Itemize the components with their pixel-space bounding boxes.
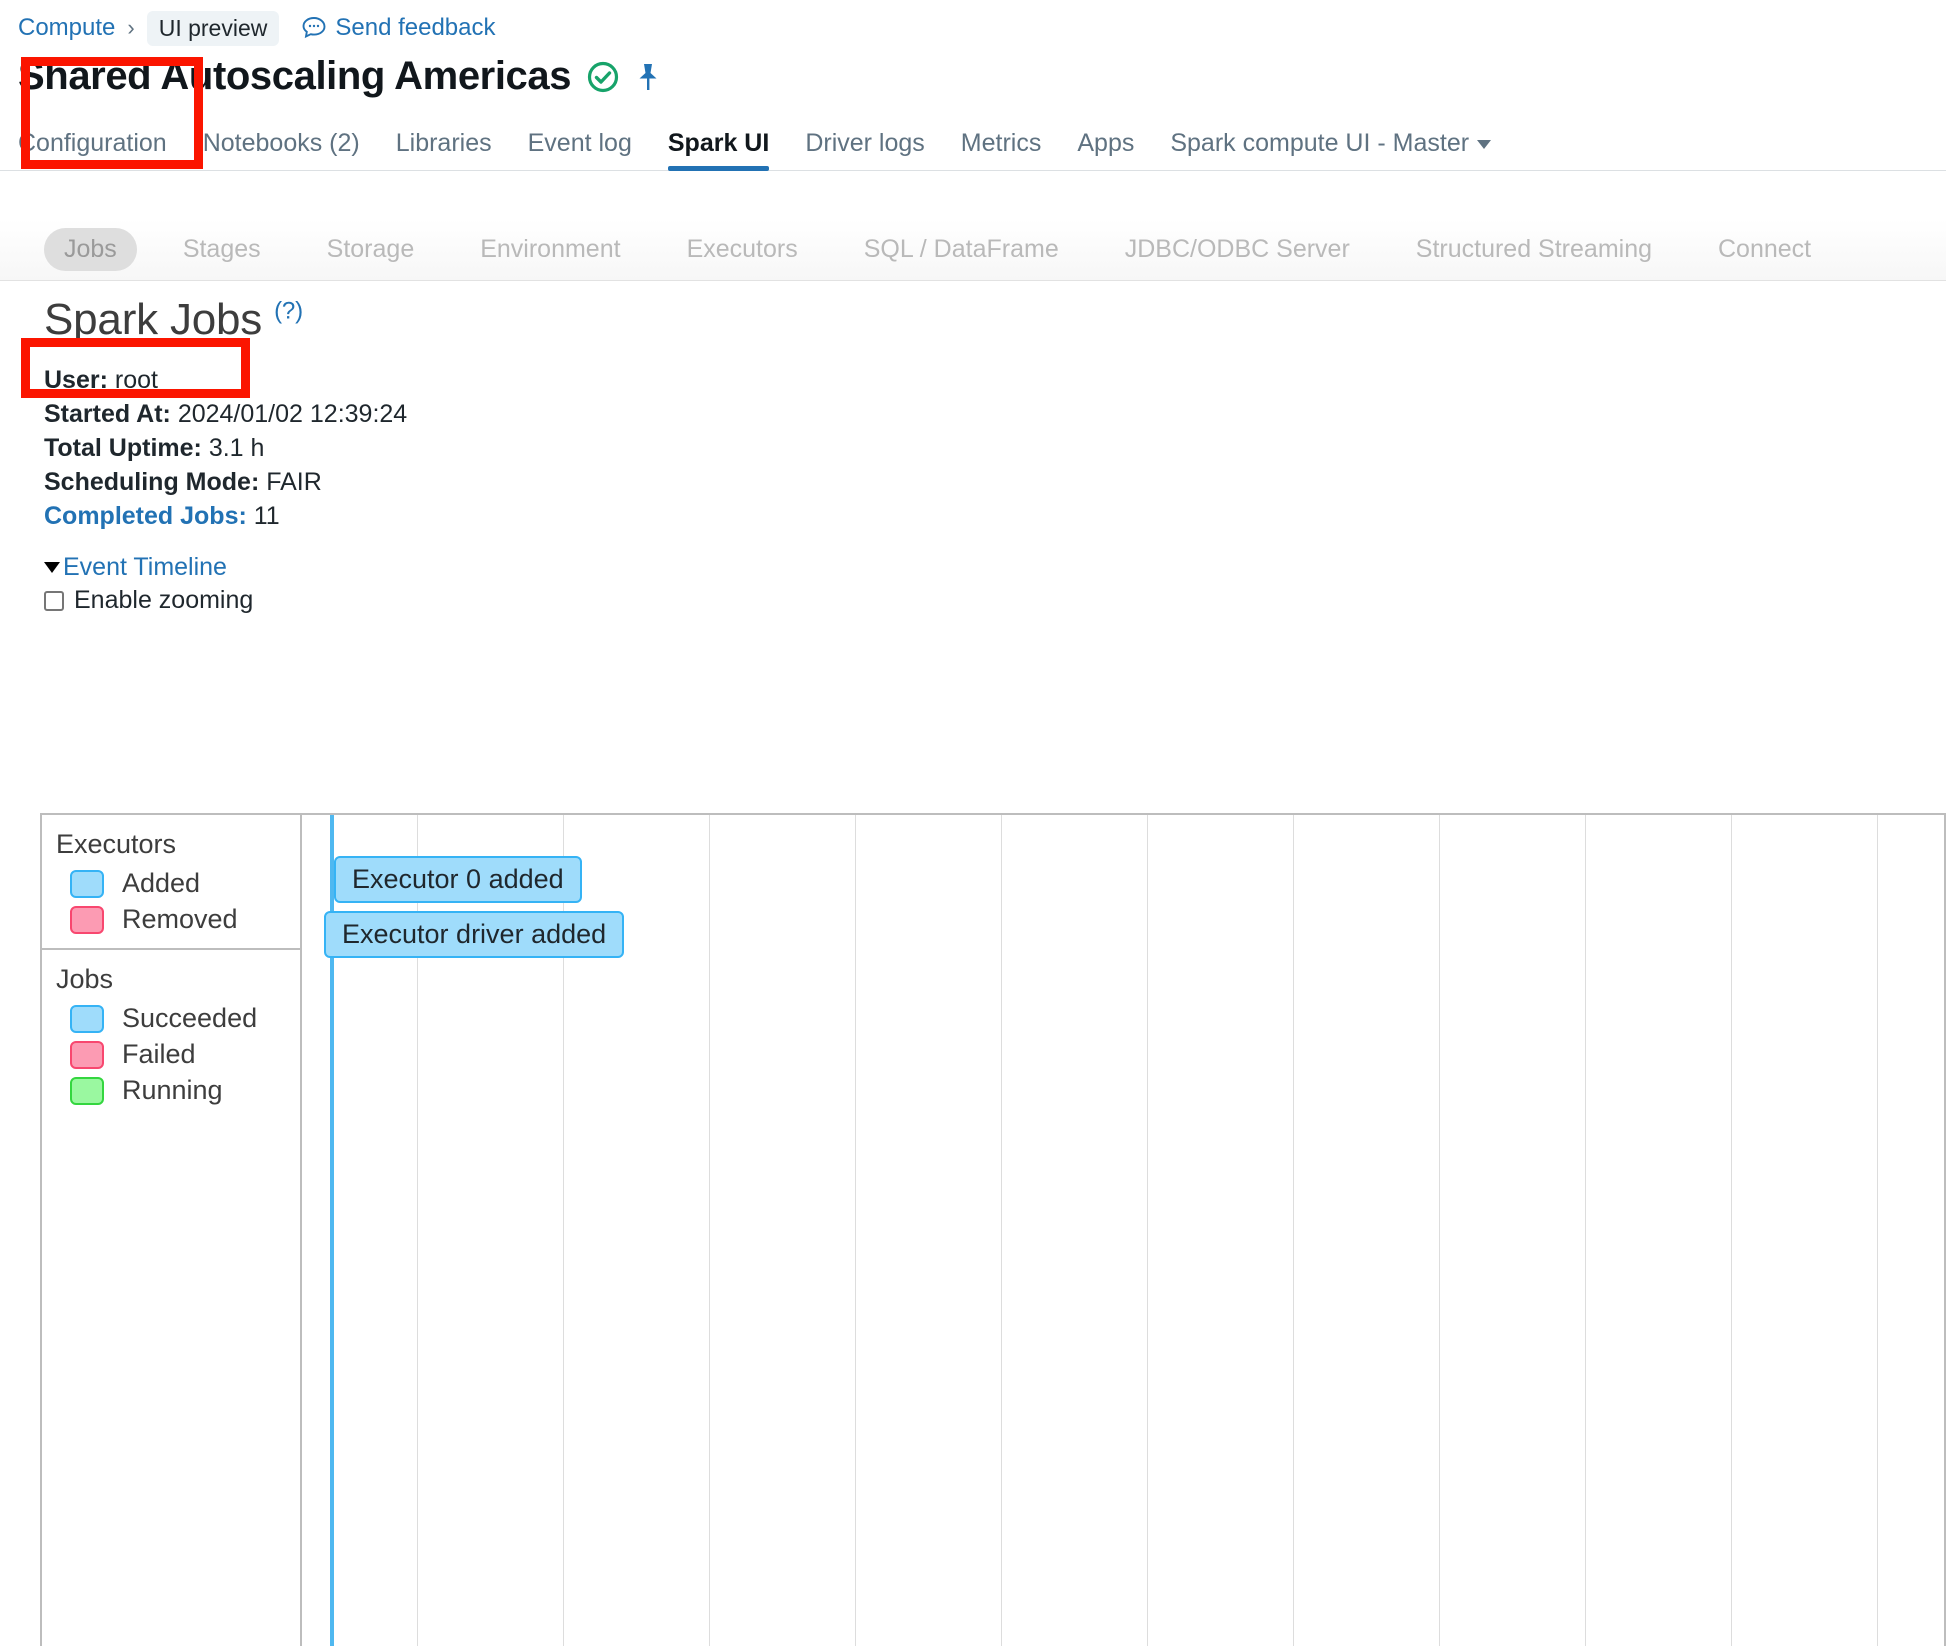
send-feedback-label: Send feedback — [335, 14, 496, 41]
meta-total-uptime-value: 3.1 h — [208, 434, 265, 462]
legend-label-added: Added — [122, 868, 201, 898]
breadcrumb: Compute › UI preview Send feedback — [0, 0, 1946, 46]
enable-zooming-label: Enable zooming — [74, 586, 254, 614]
legend-item-running: Running — [70, 1075, 300, 1106]
check-circle-icon — [587, 61, 619, 93]
tab-driver-logs[interactable]: Driver logs — [805, 129, 946, 170]
swatch-added — [70, 869, 104, 898]
legend-label-running: Running — [122, 1075, 223, 1105]
gridline — [709, 815, 710, 1646]
timeline-legend: Executors Added Removed Jobs Succeeded F… — [42, 815, 302, 1646]
main-tab-bar: Configuration Notebooks (2) Libraries Ev… — [0, 115, 1946, 171]
page-title-row: Shared Autoscaling Americas — [0, 44, 1946, 103]
enable-zooming-row[interactable]: Enable zooming — [44, 586, 1946, 615]
spark-subnav-jobs[interactable]: Jobs — [44, 228, 137, 271]
legend-title-jobs: Jobs — [56, 964, 114, 994]
legend-label-removed: Removed — [122, 904, 238, 934]
meta-user: User: root — [44, 363, 1946, 397]
meta-scheduling-mode-value: FAIR — [266, 468, 322, 496]
spark-subnav-structured-streaming[interactable]: Structured Streaming — [1396, 228, 1672, 271]
breadcrumb-ui-preview-chip[interactable]: UI preview — [146, 10, 280, 46]
legend-item-failed: Failed — [70, 1039, 300, 1070]
send-feedback-button[interactable]: Send feedback — [301, 14, 496, 42]
meta-completed-jobs: Completed Jobs: 11 — [44, 499, 1946, 533]
event-timeline-chart: Executors Added Removed Jobs Succeeded F… — [40, 813, 1946, 1646]
spark-subnav-executors[interactable]: Executors — [667, 228, 818, 271]
legend-title-executors: Executors — [56, 829, 177, 859]
tab-metrics[interactable]: Metrics — [961, 129, 1064, 170]
chat-bubble-icon — [301, 15, 327, 41]
gridline — [855, 815, 856, 1646]
gridline — [1293, 815, 1294, 1646]
tab-apps[interactable]: Apps — [1077, 129, 1156, 170]
gridline — [1585, 815, 1586, 1646]
legend-item-removed: Removed — [70, 904, 300, 935]
spark-jobs-heading-label: Spark Jobs — [44, 295, 263, 344]
spark-subnav-stages[interactable]: Stages — [163, 228, 281, 271]
legend-label-succeeded: Succeeded — [122, 1003, 258, 1033]
completed-jobs-link[interactable]: Completed Jobs: — [44, 502, 247, 530]
tab-libraries[interactable]: Libraries — [396, 129, 514, 170]
meta-user-value: root — [114, 366, 158, 394]
tab-spark-ui[interactable]: Spark UI — [667, 129, 791, 171]
breadcrumb-compute-link[interactable]: Compute — [18, 14, 115, 42]
legend-group-jobs: Jobs Succeeded Failed Running — [42, 948, 300, 1119]
meta-completed-jobs-value: 11 — [253, 502, 280, 530]
gridline — [1147, 815, 1148, 1646]
legend-label-failed: Failed — [122, 1039, 196, 1069]
swatch-removed — [70, 905, 104, 934]
timeline-event-bubble[interactable]: Executor 0 added — [334, 856, 582, 903]
event-timeline-toggle[interactable]: Event Timeline — [44, 553, 227, 582]
meta-scheduling-mode: Scheduling Mode: FAIR — [44, 465, 1946, 499]
spark-jobs-heading: Spark Jobs (?) — [44, 295, 1946, 345]
meta-user-label: User: — [44, 366, 108, 394]
spark-jobs-body: Spark Jobs (?) User: root Started At: 20… — [0, 281, 1946, 615]
tab-notebooks[interactable]: Notebooks (2) — [203, 129, 382, 170]
legend-item-added: Added — [70, 868, 300, 899]
gridline — [1439, 815, 1440, 1646]
legend-group-executors: Executors Added Removed — [42, 815, 300, 948]
legend-item-succeeded: Succeeded — [70, 1003, 300, 1034]
timeline-event-bubble[interactable]: Executor driver added — [324, 911, 625, 958]
spark-ui-frame: Jobs Stages Storage Environment Executor… — [0, 57, 1946, 1646]
tab-spark-compute-ui-master-label: Spark compute UI - Master — [1170, 129, 1470, 157]
meta-started-at-label: Started At: — [44, 400, 171, 428]
meta-total-uptime: Total Uptime: 3.1 h — [44, 431, 1946, 465]
meta-scheduling-mode-label: Scheduling Mode: — [44, 468, 260, 496]
gridline — [1877, 815, 1878, 1646]
breadcrumb-separator: › — [127, 15, 135, 40]
gridline — [1731, 815, 1732, 1646]
spark-subnav: Jobs Stages Storage Environment Executor… — [0, 219, 1946, 281]
spark-subnav-storage[interactable]: Storage — [307, 228, 435, 271]
help-link[interactable]: (?) — [274, 297, 303, 324]
spark-subnav-sql-dataframe[interactable]: SQL / DataFrame — [844, 228, 1079, 271]
tab-spark-compute-ui-master[interactable]: Spark compute UI - Master — [1170, 129, 1513, 170]
meta-total-uptime-label: Total Uptime: — [44, 434, 202, 462]
timeline-plot[interactable]: Executor 0 added Executor driver added — [302, 815, 1944, 1646]
tab-event-log[interactable]: Event log — [528, 129, 654, 170]
spark-subnav-environment[interactable]: Environment — [460, 228, 640, 271]
gridline — [1001, 815, 1002, 1646]
swatch-failed — [70, 1040, 104, 1069]
swatch-succeeded — [70, 1004, 104, 1033]
enable-zooming-checkbox[interactable] — [44, 590, 64, 611]
triangle-down-icon — [44, 562, 60, 573]
swatch-running — [70, 1076, 104, 1105]
event-timeline-label: Event Timeline — [63, 553, 227, 581]
chevron-down-icon — [1477, 139, 1492, 149]
page-title: Shared Autoscaling Americas — [18, 54, 572, 98]
spark-subnav-connect[interactable]: Connect — [1698, 228, 1831, 271]
meta-started-at: Started At: 2024/01/02 12:39:24 — [44, 397, 1946, 431]
pin-icon[interactable] — [635, 62, 661, 92]
tab-configuration[interactable]: Configuration — [18, 129, 189, 170]
spark-subnav-jdbc-odbc-server[interactable]: JDBC/ODBC Server — [1105, 228, 1370, 271]
meta-started-at-value: 2024/01/02 12:39:24 — [177, 400, 408, 428]
